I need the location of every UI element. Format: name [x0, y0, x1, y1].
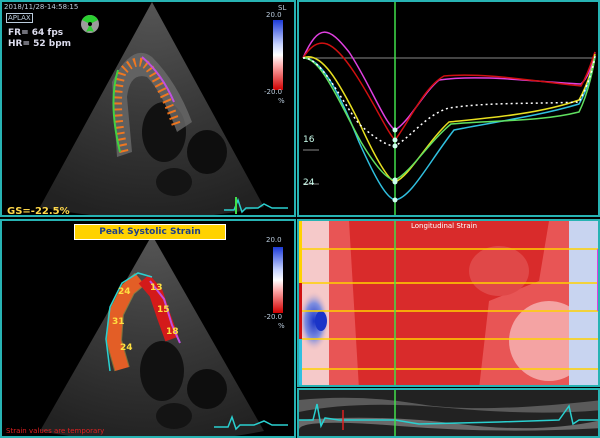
strain-heatmap-panel[interactable]: Longitudinal Strain: [297, 219, 600, 387]
y-tick-label: 16: [303, 135, 315, 145]
strain-curves-plot: [302, 2, 596, 215]
segment-strain-curves: [302, 31, 596, 201]
view-label: APLAX: [6, 13, 33, 23]
strain-heatmap: [299, 221, 598, 385]
heatmap-title: Longitudinal Strain: [411, 222, 478, 230]
scale-max-label: 20.0: [266, 236, 282, 244]
probe-orientation-icon: [81, 15, 99, 33]
segment-value: 15: [157, 305, 170, 315]
scale-max-label: 20.0: [266, 11, 282, 19]
mmode-image: [299, 390, 598, 436]
segment-value: 24: [118, 287, 131, 297]
strain-curve-panel[interactable]: 16 24: [297, 0, 600, 217]
scale-min-label: -20.0: [264, 313, 283, 321]
peak-systolic-strain-banner: Peak Systolic Strain: [74, 224, 226, 240]
bottom-echo-image: [40, 235, 288, 436]
segment-value: 13: [150, 283, 163, 293]
segment-value: 24: [120, 343, 133, 353]
ultrasound-sector: [40, 235, 264, 436]
strain-color-scale: [273, 20, 283, 90]
mmode-ecg-strip[interactable]: [297, 388, 600, 438]
scale-unit-label: %: [278, 97, 285, 105]
scale-min-label: -20.0: [264, 88, 283, 96]
segment-value: 31: [112, 317, 125, 327]
y-tick-label: 24: [303, 178, 315, 188]
temporary-values-note: Strain values are temporary: [6, 427, 105, 435]
top-echo-panel[interactable]: 2018/11/28-14:58:15 APLAX FR= 64 fps HR=…: [0, 0, 296, 217]
global-strain-value: GS=-22.5%: [7, 206, 70, 217]
segment-value: 18: [166, 327, 179, 337]
scale-unit-label: %: [278, 322, 285, 330]
frame-rate: FR= 64 fps: [8, 28, 64, 38]
bottom-echo-panel[interactable]: Peak Systolic Strain 20.0 -20.0 % 24 31 …: [0, 219, 296, 438]
heart-rate: HR= 52 bpm: [8, 39, 72, 49]
timestamp: 2018/11/28-14:58:15: [4, 3, 79, 11]
strain-color-scale: [273, 247, 283, 313]
